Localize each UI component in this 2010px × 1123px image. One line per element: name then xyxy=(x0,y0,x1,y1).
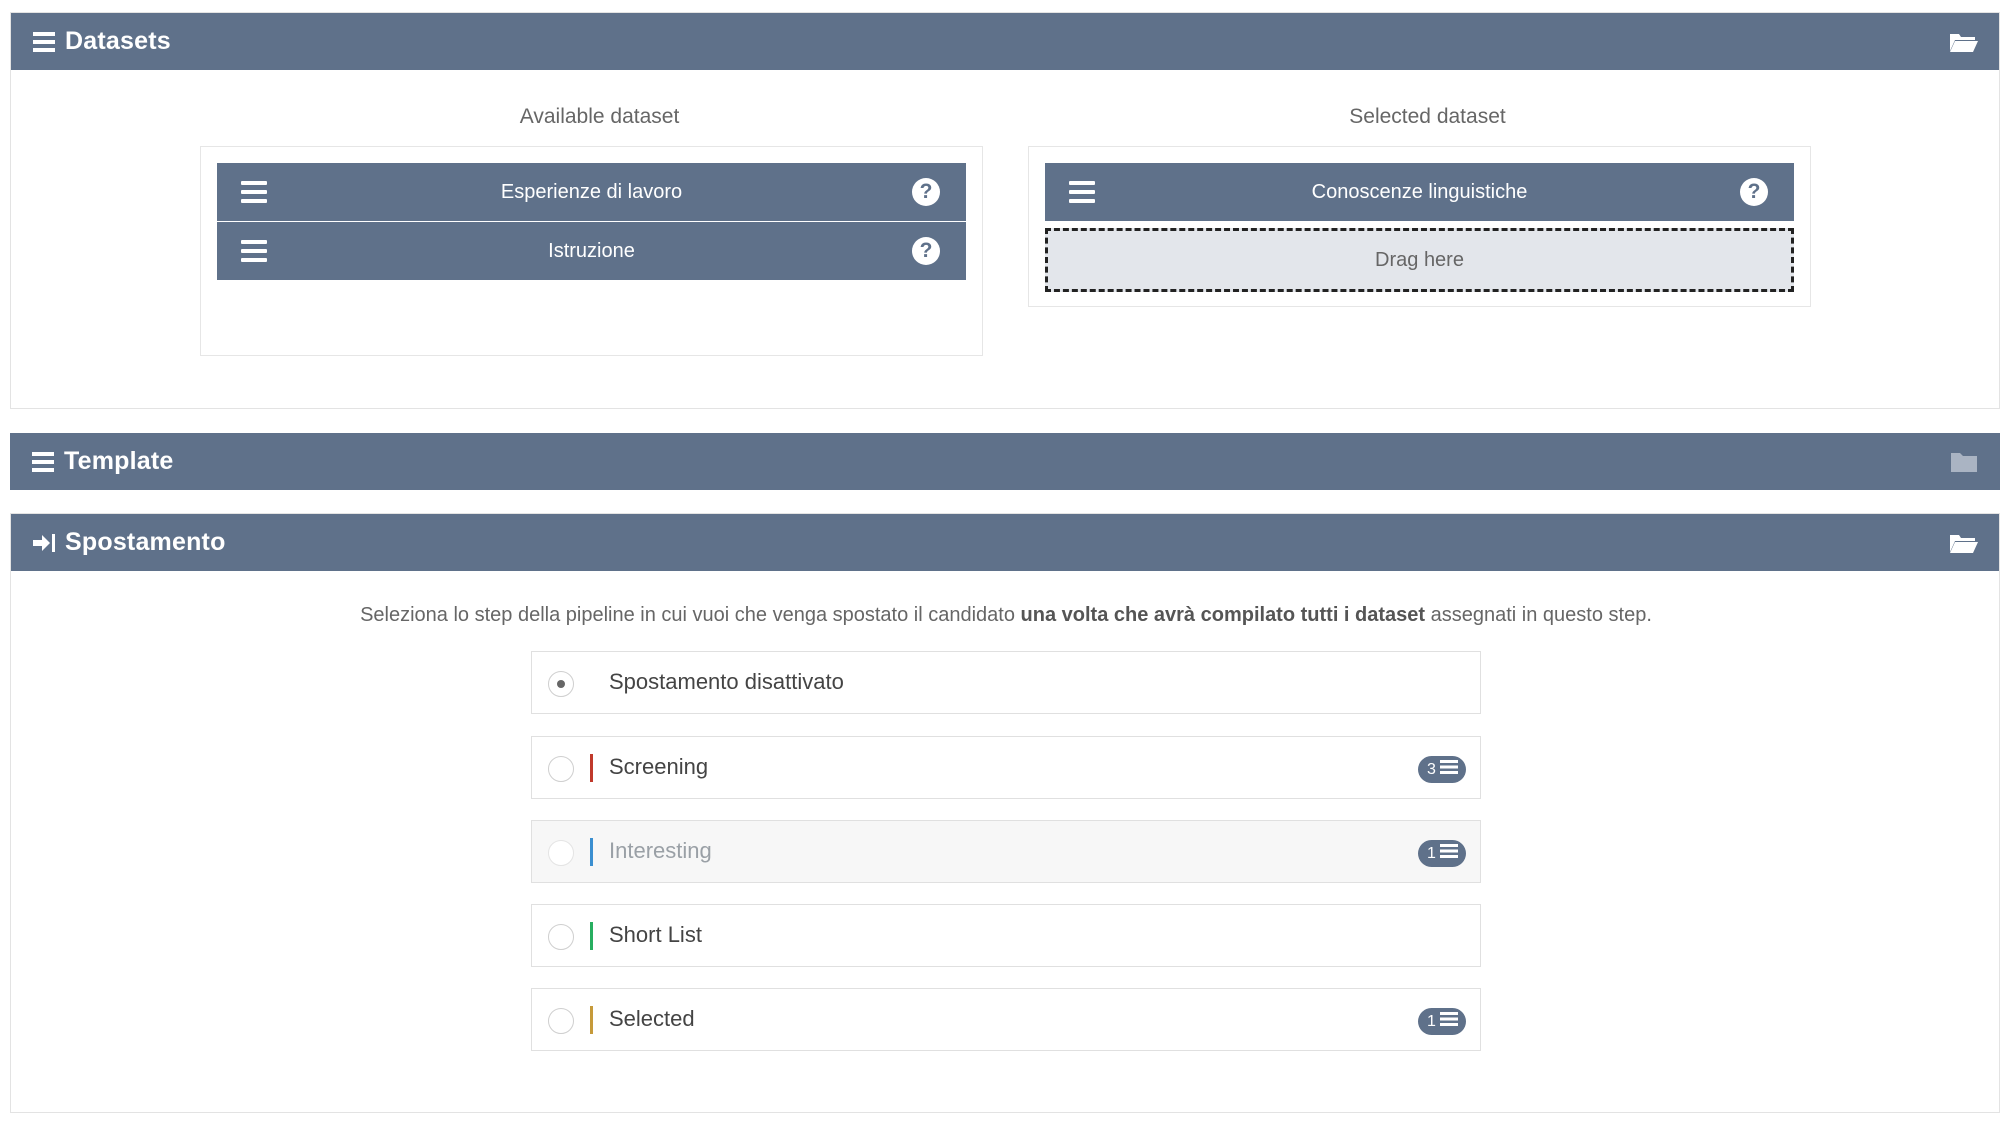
spostamento-description: Seleziona lo step della pipeline in cui … xyxy=(11,604,2001,627)
list-icon xyxy=(1439,1012,1458,1031)
spostamento-panel: Spostamento Seleziona lo step della pipe… xyxy=(10,513,2000,1113)
list-icon xyxy=(32,451,56,473)
folder-open-icon[interactable] xyxy=(1949,31,1979,53)
spostamento-panel-header[interactable]: Spostamento xyxy=(11,514,1999,571)
option-selected[interactable]: Selected 1 xyxy=(531,988,1481,1051)
dataset-item-conoscenze[interactable]: Conoscenze linguistiche ? xyxy=(1045,163,1794,221)
dataset-item-label: Conoscenze linguistiche xyxy=(1311,180,1528,203)
option-short-list[interactable]: Short List xyxy=(531,904,1481,967)
badge-count: 1 xyxy=(1427,1012,1436,1030)
stage-color-bar xyxy=(590,754,593,782)
option-label: Selected xyxy=(609,1006,695,1031)
option-label: Spostamento disattivato xyxy=(609,669,844,694)
stage-color-bar xyxy=(590,922,593,950)
help-icon[interactable]: ? xyxy=(912,178,940,206)
list-icon xyxy=(1439,844,1458,863)
option-spostamento-disattivato[interactable]: Spostamento disattivato xyxy=(531,651,1481,714)
available-dataset-list[interactable]: Esperienze di lavoro ? Istruzione ? xyxy=(200,146,983,356)
folder-open-icon[interactable] xyxy=(1949,532,1979,554)
help-icon[interactable]: ? xyxy=(1740,178,1768,206)
stage-color-bar xyxy=(590,838,593,866)
radio-button[interactable] xyxy=(548,1008,574,1034)
datasets-panel-header[interactable]: Datasets xyxy=(11,13,1999,70)
drag-handle-icon[interactable] xyxy=(1069,180,1095,210)
description-bold-text: una volta che avrà compilato tutti i dat… xyxy=(1020,604,1426,626)
badge-count: 3 xyxy=(1427,760,1436,778)
list-icon xyxy=(1439,760,1458,779)
description-text-end: assegnati in questo step. xyxy=(1425,604,1652,626)
dataset-count-badge: 3 xyxy=(1418,756,1466,783)
option-screening[interactable]: Screening 3 xyxy=(531,736,1481,799)
sign-in-icon xyxy=(33,532,57,554)
option-label: Screening xyxy=(609,754,709,779)
template-panel-title: Template xyxy=(64,447,174,475)
radio-button[interactable] xyxy=(548,924,574,950)
selected-dataset-title: Selected dataset xyxy=(1349,105,1506,128)
radio-button[interactable] xyxy=(548,671,574,697)
badge-count: 1 xyxy=(1427,844,1436,862)
drag-handle-icon[interactable] xyxy=(241,180,267,210)
option-label: Short List xyxy=(609,922,702,947)
drag-drop-zone[interactable]: Drag here xyxy=(1045,228,1794,292)
list-icon xyxy=(33,31,57,53)
help-icon[interactable]: ? xyxy=(912,237,940,265)
stage-color-bar xyxy=(590,1006,593,1034)
selected-dataset-list[interactable]: Conoscenze linguistiche ? Drag here xyxy=(1028,146,1811,307)
dataset-count-badge: 1 xyxy=(1418,1008,1466,1035)
dataset-count-badge: 1 xyxy=(1418,840,1466,867)
option-interesting: Interesting 1 xyxy=(531,820,1481,883)
dataset-item-label: Istruzione xyxy=(548,239,635,262)
folder-closed-icon[interactable] xyxy=(1950,451,1980,473)
template-panel: Template xyxy=(10,433,2000,490)
dataset-item-label: Esperienze di lavoro xyxy=(500,180,683,203)
description-text: Seleziona lo step della pipeline in cui … xyxy=(360,604,1021,626)
dataset-item-istruzione[interactable]: Istruzione ? xyxy=(217,222,966,280)
spostamento-panel-title: Spostamento xyxy=(65,528,226,556)
dataset-item-esperienze[interactable]: Esperienze di lavoro ? xyxy=(217,163,966,221)
option-label: Interesting xyxy=(609,838,712,863)
available-dataset-title: Available dataset xyxy=(519,105,680,128)
datasets-panel: Datasets Available dataset Selected data… xyxy=(10,12,2000,409)
drag-handle-icon[interactable] xyxy=(241,239,267,269)
radio-button xyxy=(548,840,574,866)
datasets-panel-title: Datasets xyxy=(65,27,171,55)
template-panel-header[interactable]: Template xyxy=(10,433,2000,490)
radio-button[interactable] xyxy=(548,756,574,782)
